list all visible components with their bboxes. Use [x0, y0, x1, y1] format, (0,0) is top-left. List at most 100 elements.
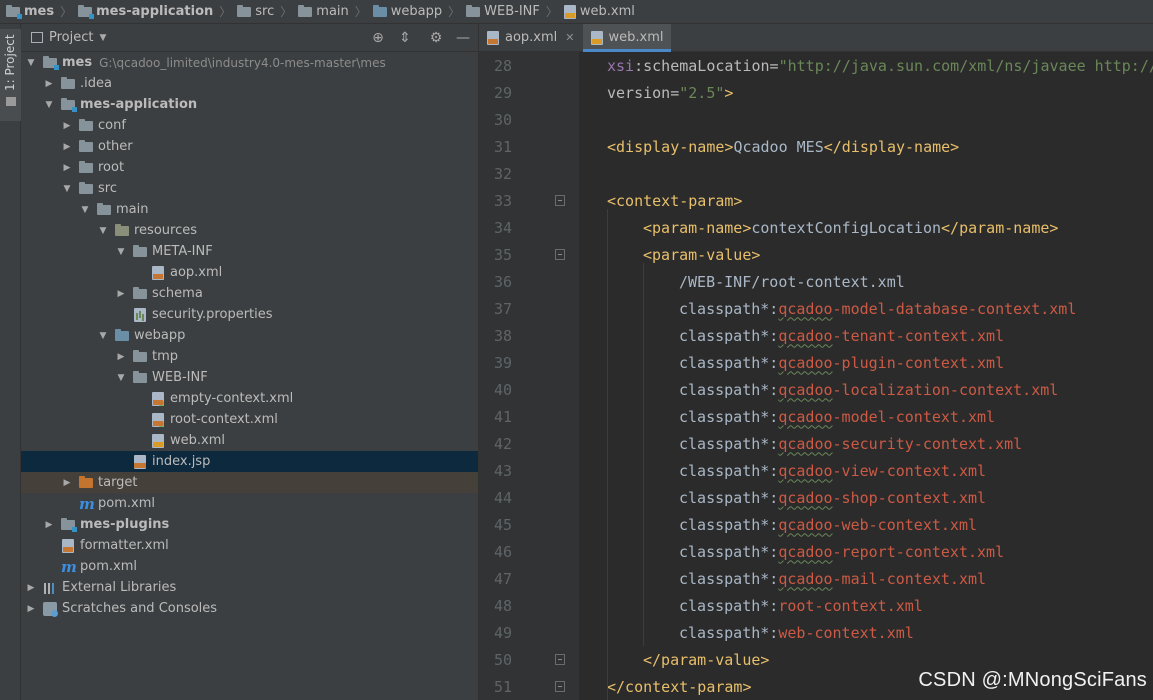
tree-node-label: root — [98, 160, 125, 175]
close-icon[interactable]: ✕ — [565, 31, 574, 44]
breadcrumb-item[interactable]: mes-application — [78, 4, 213, 19]
tree-node[interactable]: aop.xml — [21, 262, 478, 283]
breadcrumb-item-label: main — [316, 4, 349, 19]
breadcrumb-item-label: webapp — [390, 4, 443, 19]
breadcrumb-item[interactable]: mes — [6, 4, 54, 19]
expanded-arrow-icon[interactable]: ▼ — [115, 373, 127, 383]
collapsed-arrow-icon[interactable]: ▶ — [115, 352, 127, 362]
tree-node[interactable]: index.jsp — [21, 451, 478, 472]
expanded-arrow-icon[interactable]: ▼ — [79, 205, 91, 215]
tree-node[interactable]: web.xml — [21, 430, 478, 451]
tree-node-label: pom.xml — [98, 496, 155, 511]
breadcrumb-separator-icon: 〉 — [448, 5, 461, 19]
expanded-arrow-icon[interactable]: ▼ — [25, 58, 37, 68]
breadcrumb-item[interactable]: src — [237, 4, 274, 19]
collapsed-arrow-icon[interactable]: ▶ — [43, 520, 55, 530]
editor-tab[interactable]: web.xml — [582, 24, 672, 52]
code-token: -report-context.xml — [832, 542, 1005, 561]
excluded-folder-icon — [79, 475, 93, 488]
tree-node[interactable]: security.properties — [21, 304, 478, 325]
tree-node[interactable]: ▶ target — [21, 472, 478, 493]
code-line: 35 <param-value> — [479, 241, 1153, 268]
editor-tab-label: aop.xml — [505, 30, 558, 45]
hide-panel-icon[interactable]: — — [455, 30, 471, 46]
collapsed-arrow-icon[interactable]: ▶ — [43, 79, 55, 89]
tree-node[interactable]: ▼ META-INF — [21, 241, 478, 262]
tree-node[interactable]: ▶ schema — [21, 283, 478, 304]
tree-node[interactable]: m pom.xml — [21, 493, 478, 514]
fold-marker-icon[interactable] — [555, 654, 565, 665]
tree-node[interactable]: ▶ other — [21, 136, 478, 157]
code-token: </param-value> — [643, 650, 770, 669]
collapsed-arrow-icon[interactable]: ▶ — [61, 163, 73, 173]
tree-node-icon-wrap — [61, 517, 77, 532]
tree-node-label: Scratches and Consoles — [62, 601, 218, 616]
tree-node[interactable]: ▼ resources — [21, 220, 478, 241]
code-text: <param-name>contextConfigLocation</param… — [643, 219, 1058, 237]
collapsed-arrow-icon[interactable]: ▶ — [61, 478, 73, 488]
fold-marker-icon[interactable] — [555, 195, 565, 206]
tree-node[interactable]: ▼ webapp — [21, 325, 478, 346]
tree-node[interactable]: m pom.xml — [21, 556, 478, 577]
tree-node[interactable]: ▶ External Libraries — [21, 577, 478, 598]
tree-node[interactable]: empty-context.xml — [21, 388, 478, 409]
tree-node-label: External Libraries — [62, 580, 177, 595]
expanded-arrow-icon[interactable]: ▼ — [115, 247, 127, 257]
tree-node[interactable]: ▼ WEB-INF — [21, 367, 478, 388]
code-token: root-context.xml — [778, 596, 923, 615]
fold-marker-icon[interactable] — [555, 249, 565, 260]
code-token: qcadoo — [778, 380, 833, 399]
code-editor: aop.xml ✕ web.xml 28 xsi:schemaLocation="ht… — [478, 24, 1153, 700]
tree-node[interactable]: ▶ mes-plugins — [21, 514, 478, 535]
breadcrumb-item[interactable]: webapp — [372, 4, 443, 19]
tree-node[interactable]: root-context.xml — [21, 409, 478, 430]
breadcrumb-item-label: mes — [24, 4, 55, 19]
tree-node[interactable]: ▼ mes G:\qcadoo_limited\industry4.0-mes-ma… — [21, 52, 478, 73]
project-view-selector[interactable]: Project ▼ — [31, 30, 106, 45]
collapsed-arrow-icon[interactable]: ▶ — [61, 142, 73, 152]
code-token: qcadoo — [778, 299, 833, 318]
code-token: -view-context.xml — [832, 461, 987, 480]
breadcrumb-item[interactable]: main — [298, 4, 349, 19]
collapse-all-icon[interactable]: ⇕ — [397, 30, 413, 46]
tree-node[interactable]: ▼ main — [21, 199, 478, 220]
tree-node-icon-wrap — [151, 265, 165, 280]
tree-node[interactable]: ▶ .idea — [21, 73, 478, 94]
tree-node[interactable]: ▶ Scratches and Consoles — [21, 598, 478, 619]
locate-target-icon[interactable]: ⊕ — [370, 30, 386, 46]
collapsed-arrow-icon[interactable]: ▶ — [25, 604, 37, 614]
code-token: classpath*: — [679, 596, 779, 615]
collapsed-arrow-icon[interactable]: ▶ — [25, 583, 37, 593]
expanded-arrow-icon[interactable]: ▼ — [97, 331, 109, 341]
tree-node[interactable]: ▶ tmp — [21, 346, 478, 367]
code-token: -web-context.xml — [832, 515, 978, 534]
tree-node[interactable]: ▼ mes-application — [21, 94, 478, 115]
code-line: 43 classpath*:qcadoo-view-context.xml — [479, 457, 1153, 484]
tree-node-icon-wrap — [115, 223, 129, 236]
breadcrumb-item[interactable]: web.xml — [563, 4, 635, 19]
tree-node[interactable]: ▶ conf — [21, 115, 478, 136]
expanded-arrow-icon[interactable]: ▼ — [43, 100, 55, 110]
tree-node-label: formatter.xml — [80, 538, 169, 553]
expanded-arrow-icon[interactable]: ▼ — [97, 226, 109, 236]
code-token: classpath*: — [679, 353, 779, 372]
expanded-arrow-icon[interactable]: ▼ — [61, 184, 73, 194]
code-token: -localization-context.xml — [832, 380, 1059, 399]
breadcrumb-item[interactable]: WEB-INF — [466, 4, 540, 19]
folder-icon — [97, 202, 111, 215]
tree-node-icon-wrap — [79, 139, 93, 152]
collapsed-arrow-icon[interactable]: ▶ — [115, 289, 127, 299]
tree-node[interactable]: ▶ root — [21, 157, 478, 178]
fold-marker-icon[interactable] — [555, 681, 565, 692]
tree-node-icon-wrap — [133, 307, 147, 322]
editor-tab[interactable]: aop.xml ✕ — [479, 24, 583, 51]
code-line: 32 — [479, 160, 1153, 187]
code-text: classpath*:qcadoo-security-context.xml — [679, 435, 1022, 453]
gear-icon[interactable]: ⚙ — [428, 30, 444, 46]
breadcrumb-separator-icon: 〉 — [219, 5, 232, 19]
project-tool-window-tab[interactable]: 1: Project — [0, 29, 21, 121]
collapsed-arrow-icon[interactable]: ▶ — [61, 121, 73, 131]
breadcrumb-item-label: mes-application — [96, 4, 214, 19]
tree-node[interactable]: ▼ src — [21, 178, 478, 199]
tree-node[interactable]: formatter.xml — [21, 535, 478, 556]
